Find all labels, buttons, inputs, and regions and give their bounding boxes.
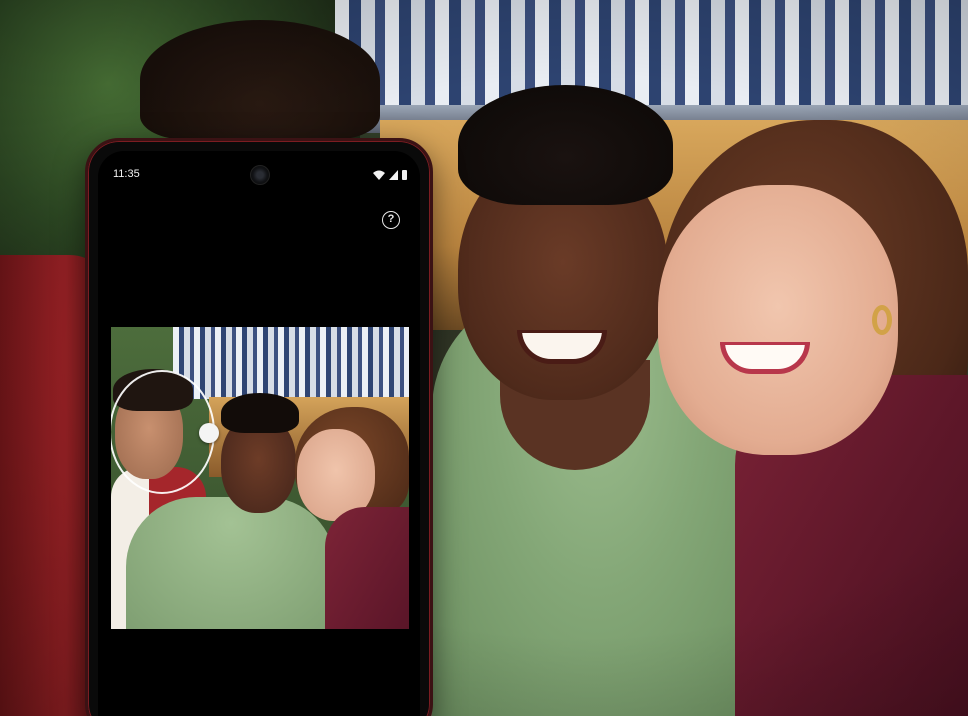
- help-button[interactable]: ?: [382, 211, 400, 229]
- preview-man-hoodie: [126, 497, 336, 629]
- preview-woman-shirt: [325, 507, 409, 629]
- camera-preview[interactable]: [111, 327, 409, 629]
- status-icons: [373, 169, 407, 181]
- front-camera: [250, 165, 270, 185]
- signal-icon: [389, 170, 398, 180]
- status-bar: 11:35: [98, 151, 420, 191]
- battery-icon: [402, 170, 407, 180]
- wifi-icon: [373, 170, 385, 180]
- phone-mockup: 11:35 ?: [85, 138, 433, 716]
- help-icon: ?: [387, 213, 395, 225]
- preview-man-hair: [221, 393, 299, 433]
- face-ring-resize-handle[interactable]: [199, 423, 219, 443]
- phone-screen: 11:35 ?: [98, 151, 420, 716]
- status-time: 11:35: [113, 168, 140, 180]
- preview-wall: [173, 327, 409, 399]
